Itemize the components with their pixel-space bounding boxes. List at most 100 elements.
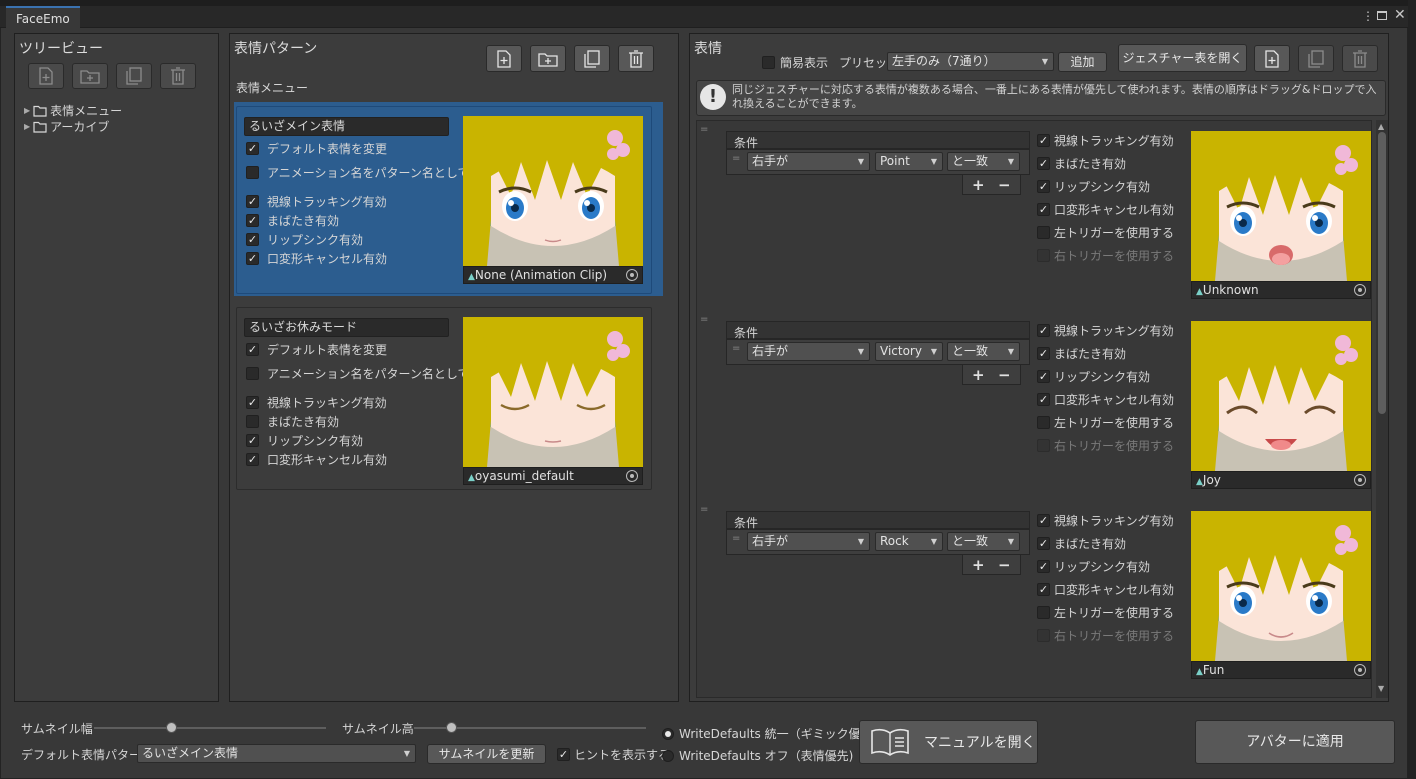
pattern-option[interactable]: アニメーション名をパターン名として使用 [246,365,494,382]
copy-pattern-button[interactable] [574,45,610,72]
object-picker-icon[interactable] [626,470,638,482]
pattern-option[interactable]: デフォルト表情を変更 [246,140,387,157]
pattern-option-checkbox[interactable] [246,453,259,466]
expression-option[interactable]: 口変形キャンセル有効 [1037,581,1174,598]
expression-option-checkbox[interactable] [1037,157,1050,170]
expression-option[interactable]: 左トリガーを使用する [1037,224,1174,241]
pattern-option-checkbox[interactable] [246,195,259,208]
match-dropdown[interactable]: と一致 ▼ [947,342,1020,361]
match-dropdown[interactable]: と一致 ▼ [947,152,1020,171]
add-expression-button[interactable] [1254,45,1290,72]
animation-clip-field[interactable]: ▲None (Animation Clip) [463,266,643,284]
drag-handle-icon[interactable]: = [700,504,708,515]
copy-button[interactable] [116,63,152,89]
object-picker-icon[interactable] [626,269,638,281]
pattern-option-checkbox[interactable] [246,166,259,179]
animation-clip-field[interactable]: ▲oyasumi_default [463,467,643,485]
pattern-option-checkbox[interactable] [246,367,259,380]
add-condition-icon[interactable]: + [972,176,985,194]
pattern-option[interactable]: リップシンク有効 [246,432,363,449]
hand-dropdown[interactable]: 右手が ▼ [747,152,870,171]
expression-option[interactable]: まばたき有効 [1037,155,1126,172]
animation-clip-field[interactable]: ▲Fun [1191,661,1371,679]
kebab-menu-icon[interactable]: ⋮ [1362,9,1374,23]
add-item-button[interactable] [28,63,64,89]
add-folder-button[interactable] [72,63,108,89]
expression-option[interactable]: 口変形キャンセル有効 [1037,201,1174,218]
pattern-option-checkbox[interactable] [246,142,259,155]
open-manual-button[interactable]: マニュアルを開く [859,720,1038,764]
expression-option-checkbox[interactable] [1037,226,1050,239]
preset-dropdown[interactable]: 左手のみ（7通り） ▼ [887,52,1054,71]
default-pattern-dropdown[interactable]: るいざメイン表情 ▼ [137,744,416,763]
remove-condition-icon[interactable]: − [998,556,1011,574]
condition-drag-handle-icon[interactable]: = [732,533,740,544]
show-hints-checkbox[interactable] [557,748,570,761]
expression-option-checkbox[interactable] [1037,606,1050,619]
tree-item-expression-menu[interactable]: ▶ 表情メニュー [24,102,122,119]
object-picker-icon[interactable] [1354,664,1366,676]
pattern-option-checkbox[interactable] [246,343,259,356]
expression-option-checkbox[interactable] [1037,180,1050,193]
remove-condition-icon[interactable]: − [998,176,1011,194]
pattern-option[interactable]: デフォルト表情を変更 [246,341,387,358]
scroll-up-icon[interactable]: ▲ [1378,122,1384,131]
copy-expression-button[interactable] [1298,45,1334,72]
tree-item-archive[interactable]: ▶ アーカイブ [24,118,109,135]
expression-option-checkbox[interactable] [1037,560,1050,573]
expression-option[interactable]: まばたき有効 [1037,345,1126,362]
expression-option-checkbox[interactable] [1037,203,1050,216]
write-defaults-off-option[interactable]: WriteDefaults オフ（表情優先) [662,747,853,764]
expression-option-checkbox[interactable] [1037,393,1050,406]
animation-clip-field[interactable]: ▲Unknown [1191,281,1371,299]
scrollbar-thumb[interactable] [1378,132,1386,414]
expand-arrow-icon[interactable]: ▶ [24,106,30,115]
expression-option-checkbox[interactable] [1037,416,1050,429]
condition-drag-handle-icon[interactable]: = [732,153,740,164]
expression-option-checkbox[interactable] [1037,370,1050,383]
pattern-option[interactable]: まばたき有効 [246,212,339,229]
show-hints-toggle[interactable]: ヒントを表示する [557,746,670,763]
add-group-button[interactable] [530,45,566,72]
expression-option[interactable]: 視線トラッキング有効 [1037,322,1174,339]
apply-to-avatar-button[interactable]: アバターに適用 [1195,720,1395,764]
pattern-option[interactable]: 口変形キャンセル有効 [246,250,387,267]
open-gesture-table-button[interactable]: ジェスチャー表を開く [1118,44,1247,72]
pattern-option[interactable]: アニメーション名をパターン名として使用 [246,164,494,181]
hand-dropdown[interactable]: 右手が ▼ [747,342,870,361]
scroll-down-icon[interactable]: ▼ [1378,684,1384,693]
hand-dropdown[interactable]: 右手が ▼ [747,532,870,551]
pattern-option-checkbox[interactable] [246,434,259,447]
add-preset-button[interactable]: 追加 [1058,52,1107,72]
expression-option[interactable]: リップシンク有効 [1037,178,1150,195]
expression-option[interactable]: 左トリガーを使用する [1037,414,1174,431]
pattern-name-field[interactable]: るいざメイン表情 [244,117,449,136]
pattern-option[interactable]: 口変形キャンセル有効 [246,451,387,468]
delete-pattern-button[interactable] [618,45,654,72]
pattern-option[interactable]: 視線トラッキング有効 [246,193,387,210]
expression-option[interactable]: リップシンク有効 [1037,368,1150,385]
expression-option[interactable]: 視線トラッキング有効 [1037,132,1174,149]
expression-option[interactable]: 左トリガーを使用する [1037,604,1174,621]
pattern-option-checkbox[interactable] [246,252,259,265]
thumb-width-slider-knob[interactable] [165,722,177,733]
expression-option-checkbox[interactable] [1037,514,1050,527]
animation-clip-field[interactable]: ▲Joy [1191,471,1371,489]
pattern-option-checkbox[interactable] [246,415,259,428]
expression-option-checkbox[interactable] [1037,324,1050,337]
expression-option-checkbox[interactable] [1037,583,1050,596]
remove-condition-icon[interactable]: − [998,366,1011,384]
gesture-dropdown[interactable]: Rock ▼ [875,532,943,551]
expression-option[interactable]: リップシンク有効 [1037,558,1150,575]
thumb-width-slider[interactable] [94,727,326,729]
expand-arrow-icon[interactable]: ▶ [24,122,30,131]
window-tab-faceemo[interactable]: FaceEmo [6,6,80,28]
close-icon[interactable]: ✕ [1394,7,1406,23]
pattern-option-checkbox[interactable] [246,214,259,227]
add-condition-icon[interactable]: + [972,556,985,574]
simple-view-toggle[interactable]: 簡易表示 [762,54,828,71]
expression-option[interactable]: 口変形キャンセル有効 [1037,391,1174,408]
gesture-dropdown[interactable]: Victory ▼ [875,342,943,361]
expression-option-checkbox[interactable] [1037,134,1050,147]
delete-button[interactable] [160,63,196,89]
